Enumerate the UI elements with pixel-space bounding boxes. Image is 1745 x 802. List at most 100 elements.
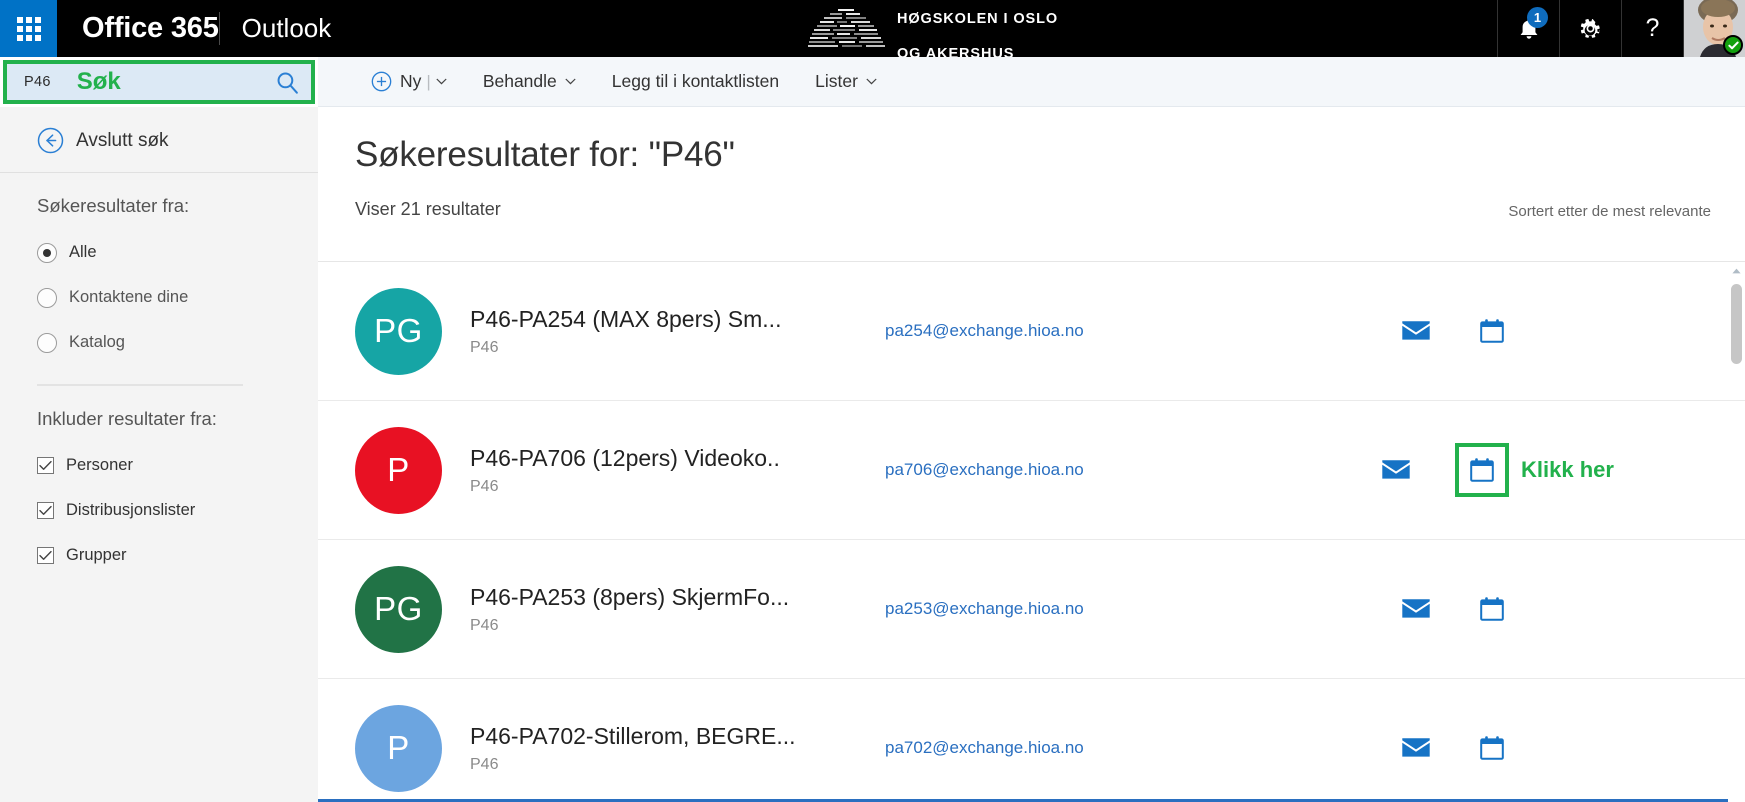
schedule-meeting-button[interactable]	[1455, 443, 1509, 497]
suite-header-bar: Office 365 Outlook HØGSKOLEN I OSLO OG A…	[0, 0, 1745, 62]
radio-icon	[37, 287, 57, 308]
result-email[interactable]: pa702@exchange.hioa.no	[885, 738, 1185, 758]
result-subtitle: P46	[470, 756, 499, 774]
result-subtitle: P46	[470, 617, 499, 635]
radio-icon	[37, 332, 57, 353]
search-submit-button[interactable]	[263, 70, 311, 95]
radio-option-kontaktene-dine[interactable]: Kontaktene dine	[37, 275, 318, 320]
avatar: PG	[355, 565, 442, 653]
send-email-button[interactable]	[1399, 731, 1433, 765]
result-email[interactable]: pa254@exchange.hioa.no	[885, 321, 1185, 341]
result-actions: Klikk her	[1379, 443, 1614, 497]
schedule-meeting-icon	[1480, 319, 1504, 343]
checkbox-option-distribusjonslister[interactable]: Distribusjonslister	[37, 488, 318, 533]
settings-gear-icon	[1580, 18, 1600, 38]
results-sort-label[interactable]: Sortert etter de mest relevante	[1508, 203, 1711, 220]
waffle-grid-icon	[16, 16, 41, 41]
result-subtitle: P46	[470, 339, 499, 357]
avatar-initials: PG	[374, 312, 423, 349]
radio-label-kontaktene-dine: Kontaktene dine	[69, 288, 189, 306]
result-text-block: P46-PA253 (8pers) SkjermFo... P46	[470, 583, 830, 636]
results-count: Viser 21 resultater	[355, 199, 501, 219]
plus-circle-icon	[371, 71, 392, 92]
result-row[interactable]: P P46-PA702-Stillerom, BEGRE... P46 pa702@e…	[318, 679, 1745, 802]
results-from-section: Søkeresultater fra: Alle Kontaktene dine…	[0, 173, 318, 365]
search-results-pane: Søkeresultater for: "P46" Viser 21 resul…	[318, 107, 1745, 802]
result-text-block: P46-PA706 (12pers) Videoko.. P46	[470, 444, 830, 497]
send-email-button[interactable]	[1399, 592, 1433, 626]
checkbox-icon-checked	[37, 457, 54, 474]
checkbox-label-grupper: Grupper	[66, 546, 127, 564]
checkbox-option-grupper[interactable]: Grupper	[37, 533, 318, 578]
notifications-button[interactable]: 1	[1497, 0, 1559, 57]
send-email-button[interactable]	[1379, 453, 1413, 487]
chevron-down-icon	[565, 78, 576, 85]
schedule-action-wrap	[1475, 314, 1509, 348]
schedule-meeting-icon	[1480, 597, 1504, 621]
result-row[interactable]: PG P46-PA253 (8pers) SkjermFo... P46 pa253@…	[318, 540, 1745, 679]
new-button-pipe: |	[426, 71, 431, 91]
result-email[interactable]: pa253@exchange.hioa.no	[885, 599, 1185, 619]
app-launcher-button[interactable]	[0, 0, 57, 57]
office365-brand-link[interactable]: Office 365	[57, 0, 219, 57]
user-avatar-button[interactable]	[1683, 0, 1745, 57]
suite-actions: 1 ?	[1497, 0, 1745, 57]
result-text-block: P46-PA254 (MAX 8pers) Sm... P46	[470, 305, 830, 358]
result-name: P46-PA254 (MAX 8pers) Sm...	[470, 305, 782, 332]
triangle-up-icon	[1732, 268, 1741, 273]
checkbox-option-personer[interactable]: Personer	[37, 443, 318, 488]
new-button[interactable]: Ny |	[353, 57, 465, 107]
settings-button[interactable]	[1559, 0, 1621, 57]
send-email-button[interactable]	[1399, 314, 1433, 348]
result-actions	[1399, 314, 1509, 348]
command-bar: Ny | Behandle Legg til i kontaktlisten L…	[318, 57, 1745, 107]
exit-search-button[interactable]: Avslutt søk	[0, 107, 318, 172]
add-to-contacts-label: Legg til i kontaktlisten	[611, 71, 780, 91]
result-row[interactable]: PG P46-PA254 (MAX 8pers) Sm... P46 pa254@ex…	[318, 262, 1745, 401]
radio-icon-selected	[37, 242, 57, 263]
radio-option-alle[interactable]: Alle	[37, 230, 318, 275]
include-results-title: Inkluder resultater fra:	[37, 408, 217, 429]
back-arrow-circle-icon	[37, 127, 64, 154]
result-name: P46-PA706 (12pers) Videoko..	[470, 444, 780, 471]
result-subtitle: P46	[470, 478, 499, 496]
search-input[interactable]: Søk	[51, 68, 263, 96]
lists-button[interactable]: Lister	[797, 57, 895, 107]
results-from-title: Søkeresultater fra:	[37, 195, 190, 216]
search-magnifier-icon	[277, 72, 298, 94]
result-actions	[1399, 731, 1509, 765]
schedule-meeting-button[interactable]	[1475, 592, 1509, 626]
result-name: P46-PA702-Stillerom, BEGRE...	[470, 722, 796, 749]
outlook-app-link[interactable]: Outlook	[220, 0, 354, 57]
checkbox-label-distribusjonslister: Distribusjonslister	[66, 501, 196, 519]
checkbox-label-personer: Personer	[66, 456, 133, 474]
manage-button[interactable]: Behandle	[465, 57, 594, 107]
scrollbar-thumb[interactable]	[1731, 284, 1742, 364]
avatar-initials: PG	[374, 590, 423, 627]
send-email-icon	[1402, 599, 1430, 618]
chevron-down-icon	[436, 78, 447, 85]
result-email[interactable]: pa706@exchange.hioa.no	[885, 460, 1185, 480]
help-button[interactable]: ?	[1621, 0, 1683, 57]
schedule-meeting-button[interactable]	[1475, 314, 1509, 348]
schedule-meeting-button[interactable]	[1475, 731, 1509, 765]
result-name: P46-PA253 (8pers) SkjermFo...	[470, 583, 790, 610]
search-box[interactable]: P46 Søk	[3, 60, 315, 104]
hioa-logo-mark	[808, 8, 885, 47]
send-email-icon	[1402, 738, 1430, 757]
add-to-contacts-button[interactable]: Legg til i kontaktlisten	[594, 57, 797, 107]
results-list: PG P46-PA254 (MAX 8pers) Sm... P46 pa254@ex…	[318, 262, 1745, 802]
result-row[interactable]: P P46-PA706 (12pers) Videoko.. P46 pa706@ex…	[318, 401, 1745, 540]
radio-option-katalog[interactable]: Katalog	[37, 320, 318, 365]
radio-label-katalog: Katalog	[69, 333, 125, 351]
notification-badge: 1	[1527, 7, 1548, 28]
scroll-up-button[interactable]	[1728, 262, 1745, 279]
manage-button-label: Behandle	[482, 71, 557, 91]
click-here-annotation: Klikk her	[1521, 457, 1614, 482]
avatar: P	[355, 426, 442, 514]
result-actions	[1399, 592, 1509, 626]
schedule-action-wrap	[1475, 592, 1509, 626]
search-filters-pane: Avslutt søk Søkeresultater fra: Alle Kon…	[0, 107, 318, 802]
results-scrollbar[interactable]	[1728, 262, 1745, 802]
send-email-icon	[1402, 321, 1430, 340]
